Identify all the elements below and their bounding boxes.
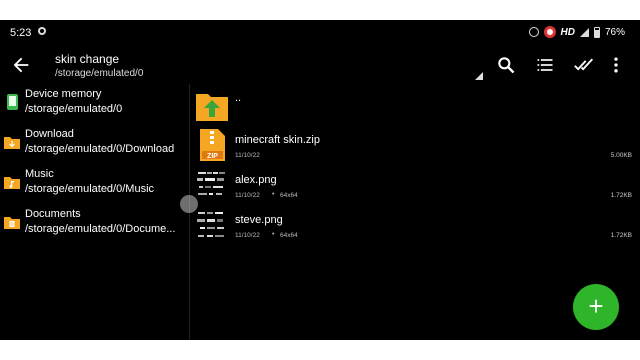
list-view-icon[interactable] [535,55,555,75]
sidebar-item-path: /storage/emulated/0/Docume... [25,223,176,235]
file-name: alex.png [235,174,277,186]
letterbox-top [0,0,640,20]
file-row[interactable]: ZIP minecraft skin.zip 11/10/22 5.00KB [190,124,636,164]
up-folder-icon [196,94,228,121]
music-folder-icon [4,177,20,189]
separator-dot: • [272,191,275,198]
sidebar-item-music[interactable]: Music /storage/emulated/0/Music [0,164,189,204]
file-size: 5.00KB [610,152,632,159]
file-row[interactable]: steve.png 11/10/22 • 64x64 1.72KB [190,204,636,244]
file-row[interactable]: alex.png 11/10/22 • 64x64 1.72KB [190,164,636,204]
network-type: HD [560,26,575,38]
file-name: steve.png [235,214,283,226]
sidebar-item-label: Device memory [25,88,102,100]
download-folder-icon [4,137,20,149]
phone-icon [7,94,18,110]
sidebar-item-path: /storage/emulated/0 [25,103,123,115]
sidebar-item-download[interactable]: Download /storage/emulated/0/Download [0,124,189,164]
file-date: 11/10/22 [235,232,260,239]
file-size: 1.72KB [610,192,632,199]
zip-icon: ZIP [200,129,225,161]
sidebar-item-device-memory[interactable]: Device memory /storage/emulated/0 [0,84,189,124]
file-dimensions: 64x64 [280,232,298,239]
folder-title: skin change [55,52,120,66]
sidebar: Device memory /storage/emulated/0 Downlo… [0,84,189,340]
file-size: 1.72KB [610,232,632,239]
file-list: .. ZIP minecraft skin.zip 11/10/22 5.00K… [190,84,636,244]
file-date: 11/10/22 [235,152,260,159]
image-thumbnail [197,212,224,237]
separator-dot: • [272,231,275,238]
parent-folder-row[interactable]: .. [190,84,636,124]
back-arrow-icon[interactable] [10,54,32,76]
signal-icon [579,27,589,37]
file-date: 11/10/22 [235,192,260,199]
toolbar: skin change /storage/emulated/0 [0,46,640,84]
select-all-icon[interactable] [573,55,595,75]
letterbox-bottom [0,340,640,360]
status-bar: 5:23 HD 76% [0,20,640,46]
image-thumbnail [197,172,225,195]
alarm-icon [528,27,539,37]
touch-indicator [180,195,198,213]
status-right: HD 76% [528,26,625,38]
documents-folder-icon [4,217,20,229]
file-dimensions: 64x64 [280,192,298,199]
plus-icon: + [588,291,604,321]
search-icon[interactable] [496,55,516,75]
screen: 5:23 HD 76% skin change /storage/emulate… [0,20,640,340]
sidebar-item-label: Download [25,128,74,140]
svg-text:ZIP: ZIP [207,153,218,160]
battery-icon [593,26,600,38]
file-name: minecraft skin.zip [235,134,320,146]
add-button[interactable]: + [573,284,619,330]
more-icon[interactable] [610,55,622,75]
sidebar-item-path: /storage/emulated/0/Music [25,183,155,195]
status-time: 5:23 [10,27,32,39]
sidebar-item-documents[interactable]: Documents /storage/emulated/0/Docume... [0,204,189,244]
recording-icon [543,26,556,38]
sidebar-item-label: Documents [25,208,81,220]
folder-path: /storage/emulated/0 [55,68,144,79]
sidebar-item-path: /storage/emulated/0/Download [25,143,175,155]
settings-dot-icon [38,27,46,35]
battery-percent: 76% [604,26,625,38]
corner-triangle-icon [475,72,483,80]
parent-folder-label: .. [235,92,242,104]
sidebar-item-label: Music [25,168,54,180]
